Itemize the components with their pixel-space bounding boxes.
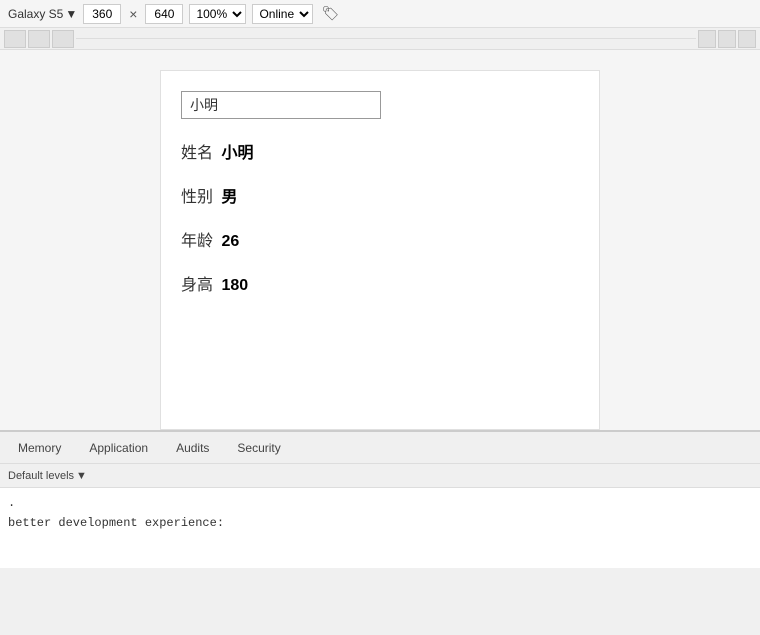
- devtools-tab-bar: Memory Application Audits Security: [0, 432, 760, 464]
- tab-security[interactable]: Security: [223, 432, 294, 463]
- sec-btn-1[interactable]: [4, 30, 26, 48]
- label-age: 年龄: [181, 233, 213, 250]
- viewport-area: 姓名 小明 性别 男 年龄 26 身高 180: [0, 50, 760, 430]
- console-output: . better development experience:: [0, 488, 760, 568]
- zoom-select[interactable]: 100%: [189, 4, 246, 24]
- top-toolbar: Galaxy S5 ▼ × 100% Online 🏷: [0, 0, 760, 28]
- tab-application[interactable]: Application: [75, 432, 162, 463]
- sec-btn-2[interactable]: [28, 30, 50, 48]
- profile-row-height: 身高 180: [181, 271, 579, 295]
- label-height: 身高: [181, 277, 213, 294]
- sec-btn-6[interactable]: [738, 30, 756, 48]
- tag-icon-button[interactable]: 🏷: [319, 5, 341, 22]
- profile-row-name: 姓名 小明: [181, 139, 579, 163]
- width-input[interactable]: [83, 4, 121, 24]
- filter-arrow-icon: ▼: [76, 470, 87, 482]
- app-card: 姓名 小明 性别 男 年龄 26 身高 180: [160, 70, 600, 430]
- device-label: Galaxy S5: [8, 7, 63, 21]
- value-name: 小明: [221, 145, 253, 162]
- profile-row-age: 年龄 26: [181, 227, 579, 251]
- sec-btn-3[interactable]: [52, 30, 74, 48]
- console-line-2: better development experience:: [8, 514, 752, 532]
- value-height: 180: [221, 277, 248, 294]
- value-age: 26: [221, 233, 239, 250]
- value-gender: 男: [221, 189, 237, 206]
- sec-separator: [76, 38, 696, 39]
- tab-memory[interactable]: Memory: [4, 432, 75, 463]
- device-selector[interactable]: Galaxy S5 ▼: [8, 7, 77, 21]
- name-search-input[interactable]: [181, 91, 381, 119]
- network-select[interactable]: Online: [252, 4, 313, 24]
- label-name: 姓名: [181, 145, 213, 162]
- filter-label: Default levels: [8, 470, 74, 482]
- secondary-toolbar: [0, 28, 760, 50]
- default-levels-button[interactable]: Default levels ▼: [8, 470, 87, 482]
- sec-btn-5[interactable]: [718, 30, 736, 48]
- devtools-panel: Memory Application Audits Security Defau…: [0, 430, 760, 568]
- sec-btn-4[interactable]: [698, 30, 716, 48]
- tab-audits[interactable]: Audits: [162, 432, 223, 463]
- height-input[interactable]: [145, 4, 183, 24]
- filter-bar: Default levels ▼: [0, 464, 760, 488]
- label-gender: 性别: [181, 189, 213, 206]
- device-arrow-icon: ▼: [65, 7, 77, 21]
- dimension-close-button[interactable]: ×: [127, 6, 139, 22]
- console-line-1: .: [8, 494, 752, 512]
- profile-row-gender: 性别 男: [181, 183, 579, 207]
